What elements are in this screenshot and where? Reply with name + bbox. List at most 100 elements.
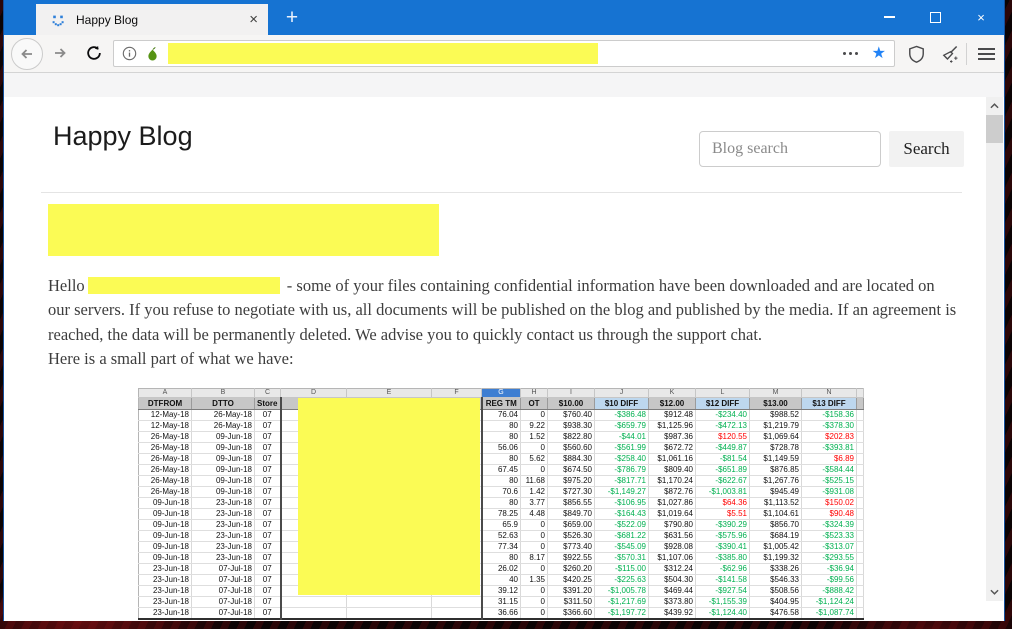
sheet-cell: [857, 575, 864, 586]
sheet-cell: 26-May-18: [192, 410, 255, 421]
sheet-cell: 07: [255, 432, 281, 443]
shield-icon: [907, 44, 926, 64]
sheet-cell: $526.30: [548, 531, 595, 542]
sheet-cell: $938.30: [548, 421, 595, 432]
sheet-cell: 65.9: [482, 520, 521, 531]
browser-tab[interactable]: Happy Blog ×: [36, 4, 268, 35]
tab-close-icon[interactable]: ×: [249, 12, 258, 27]
sheet-cell: 23-Jun-18: [192, 520, 255, 531]
bookmark-star-icon[interactable]: ★: [872, 43, 886, 63]
sheet-cell: $311.50: [548, 597, 595, 608]
sheet-cell: -$561.99: [595, 443, 649, 454]
sheet-cell: 09-Jun-18: [139, 509, 192, 520]
sheet-cell: -$293.55: [802, 553, 857, 564]
sheet-cell: 09-Jun-18: [192, 476, 255, 487]
sheet-cell: 0: [521, 608, 548, 620]
sheet-cell: $945.49: [750, 487, 802, 498]
sheet-cell: -$523.33: [802, 531, 857, 542]
forward-icon: [51, 45, 69, 61]
maximize-button[interactable]: [912, 0, 958, 34]
sheet-cell: -$570.31: [595, 553, 649, 564]
sheet-cell: 26-May-18: [139, 454, 192, 465]
sheet-cell: -$164.43: [595, 509, 649, 520]
sheet-cell: -$1,003.81: [696, 487, 750, 498]
sheet-cell: 12-May-18: [139, 410, 192, 421]
blog-search-input[interactable]: [699, 131, 881, 167]
sheet-cell: [857, 465, 864, 476]
sheet-cell: 09-Jun-18: [139, 553, 192, 564]
sheet-cell: 09-Jun-18: [192, 432, 255, 443]
close-button[interactable]: ×: [958, 0, 1004, 34]
new-tab-button[interactable]: +: [276, 0, 308, 35]
sheet-cell: 67.45: [482, 465, 521, 476]
sheet-cell: 8.17: [521, 553, 548, 564]
sheet-cell: -$449.87: [696, 443, 750, 454]
sheet-cell: -$44.01: [595, 432, 649, 443]
sheet-cell: 5.62: [521, 454, 548, 465]
sheet-cell: $987.36: [649, 432, 696, 443]
column-letter: J: [595, 389, 649, 398]
sheet-cell: 07: [255, 443, 281, 454]
sheet-cell: $1,019.64: [649, 509, 696, 520]
forward-button[interactable]: [51, 45, 69, 61]
menu-button[interactable]: [978, 48, 995, 63]
sheet-cell: [857, 421, 864, 432]
sheet-cell: $90.48: [802, 509, 857, 520]
scrollbar-thumb[interactable]: [986, 115, 1003, 143]
sheet-header: $10 DIFF: [595, 398, 649, 410]
sheet-cell: -$324.39: [802, 520, 857, 531]
sheet-cell: [857, 531, 864, 542]
menu-icon: [978, 48, 995, 50]
sheet-cell: [857, 597, 864, 608]
sheet-cell: $546.33: [750, 575, 802, 586]
sheet-cell: -$141.58: [696, 575, 750, 586]
sheet-cell: -$472.13: [696, 421, 750, 432]
sheet-cell: $849.70: [548, 509, 595, 520]
sheet-cell: $5.51: [696, 509, 750, 520]
url-redaction: [168, 43, 598, 64]
sheet-cell: $1,061.16: [649, 454, 696, 465]
sheet-cell: 07-Jul-18: [192, 575, 255, 586]
scroll-down-icon[interactable]: [986, 584, 1003, 600]
sheet-cell: [432, 597, 482, 608]
sheet-cell: 80: [482, 553, 521, 564]
page-scrollbar[interactable]: [986, 97, 1003, 601]
sheet-cell: 07: [255, 586, 281, 597]
column-letter: L: [696, 389, 750, 398]
url-bar[interactable]: ★: [113, 40, 895, 67]
sheet-cell: $1,069.64: [750, 432, 802, 443]
sheet-cell: $684.19: [750, 531, 802, 542]
scroll-up-icon[interactable]: [986, 98, 1003, 114]
back-icon: [19, 46, 35, 62]
sheet-cell: 07: [255, 487, 281, 498]
sheet-cell: 3.77: [521, 498, 548, 509]
column-letter: D: [281, 389, 347, 398]
sheet-cell: -$931.08: [802, 487, 857, 498]
sheet-header: $12 DIFF: [696, 398, 750, 410]
sheet-cell: 09-Jun-18: [139, 542, 192, 553]
search-button[interactable]: Search: [889, 131, 964, 167]
reload-button[interactable]: [85, 44, 103, 62]
sheet-cell: [347, 608, 432, 620]
sheet-cell: 26-May-18: [139, 432, 192, 443]
page-title: Happy Blog: [53, 121, 193, 152]
spreadsheet-redaction: [298, 398, 480, 595]
sheet-cell: 52.63: [482, 531, 521, 542]
minimize-button[interactable]: [866, 0, 912, 34]
sheet-cell: [347, 597, 432, 608]
sheet-cell: 23-Jun-18: [192, 498, 255, 509]
sheet-header: $10.00: [548, 398, 595, 410]
sheet-cell: -$385.80: [696, 553, 750, 564]
back-button[interactable]: [11, 38, 43, 70]
sheet-cell: $631.56: [649, 531, 696, 542]
info-icon[interactable]: [122, 46, 137, 61]
broom-button[interactable]: [940, 44, 960, 64]
shield-button[interactable]: [907, 44, 926, 64]
sheet-cell: $312.24: [649, 564, 696, 575]
column-letter: E: [347, 389, 432, 398]
smiley-favicon: [50, 12, 66, 28]
page-actions-icon[interactable]: [843, 52, 858, 55]
sheet-cell: $366.60: [548, 608, 595, 620]
sheet-cell: $404.95: [750, 597, 802, 608]
column-letter: [857, 389, 864, 398]
